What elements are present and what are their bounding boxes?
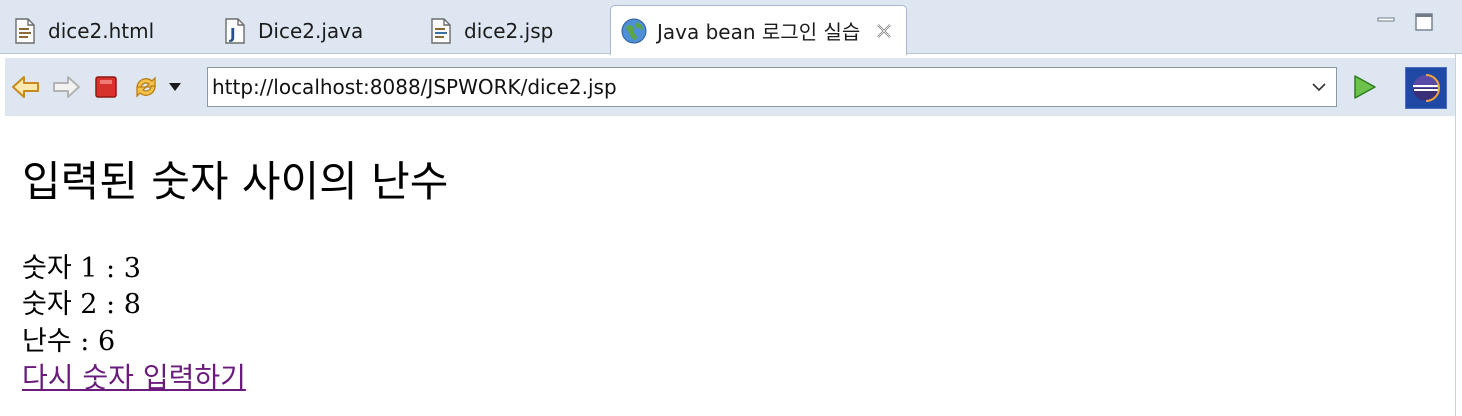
tab-dice2-java[interactable]: J Dice2.java xyxy=(224,8,363,54)
tab-strip: dice2.html J Dice2.java dice2.jsp Java b… xyxy=(0,0,1462,55)
number1-line: 숫자 1 : 3 xyxy=(22,251,141,287)
history-dropdown-icon[interactable] xyxy=(165,72,185,102)
maximize-icon[interactable] xyxy=(1414,12,1434,32)
browser-toolbar xyxy=(5,58,1455,116)
url-input[interactable] xyxy=(212,70,1302,104)
random-line: 난수 : 6 xyxy=(22,324,115,360)
url-dropdown-chevron-icon[interactable] xyxy=(1310,78,1328,96)
tab-dice2-html[interactable]: dice2.html xyxy=(14,8,154,54)
page-content: 입력된 숫자 사이의 난수 숫자 1 : 3 숫자 2 : 8 난수 : 6 다… xyxy=(0,118,1455,416)
tab-label: dice2.html xyxy=(48,19,155,43)
tab-label: dice2.jsp xyxy=(464,19,554,43)
back-arrow-icon[interactable] xyxy=(11,72,41,102)
number2-line: 숫자 2 : 8 xyxy=(22,287,141,323)
random-value: : 6 xyxy=(80,326,116,357)
number2-label: 숫자 xyxy=(22,289,72,320)
svg-text:J: J xyxy=(229,25,236,43)
stop-icon[interactable] xyxy=(91,72,121,102)
tab-label: Dice2.java xyxy=(258,19,364,43)
window-edge xyxy=(1455,54,1462,416)
retry-link[interactable]: 다시 숫자 입력하기 xyxy=(22,360,246,396)
go-play-icon[interactable] xyxy=(1349,72,1379,102)
eclipse-browser-icon[interactable] xyxy=(1405,67,1447,109)
close-icon[interactable] xyxy=(874,21,894,41)
java-file-icon: J xyxy=(224,18,246,44)
tab-dice2-jsp[interactable]: dice2.jsp xyxy=(430,8,553,54)
random-label: 난수 xyxy=(22,326,72,357)
globe-icon xyxy=(621,18,647,44)
minimize-icon[interactable] xyxy=(1376,12,1396,32)
html-file-icon xyxy=(14,18,36,44)
tab-java-bean-login[interactable]: Java bean 로그인 실습 xyxy=(610,5,908,55)
tab-label: Java bean 로그인 실습 xyxy=(657,20,861,44)
number2-value: 2 : 8 xyxy=(80,289,141,320)
number1-label: 숫자 xyxy=(22,253,72,284)
page-title: 입력된 숫자 사이의 난수 xyxy=(22,157,449,206)
refresh-icon[interactable] xyxy=(131,72,161,102)
number1-value: 1 : 3 xyxy=(80,253,141,284)
forward-arrow-icon[interactable] xyxy=(51,72,81,102)
jsp-file-icon xyxy=(430,18,452,44)
url-bar[interactable] xyxy=(207,67,1337,107)
